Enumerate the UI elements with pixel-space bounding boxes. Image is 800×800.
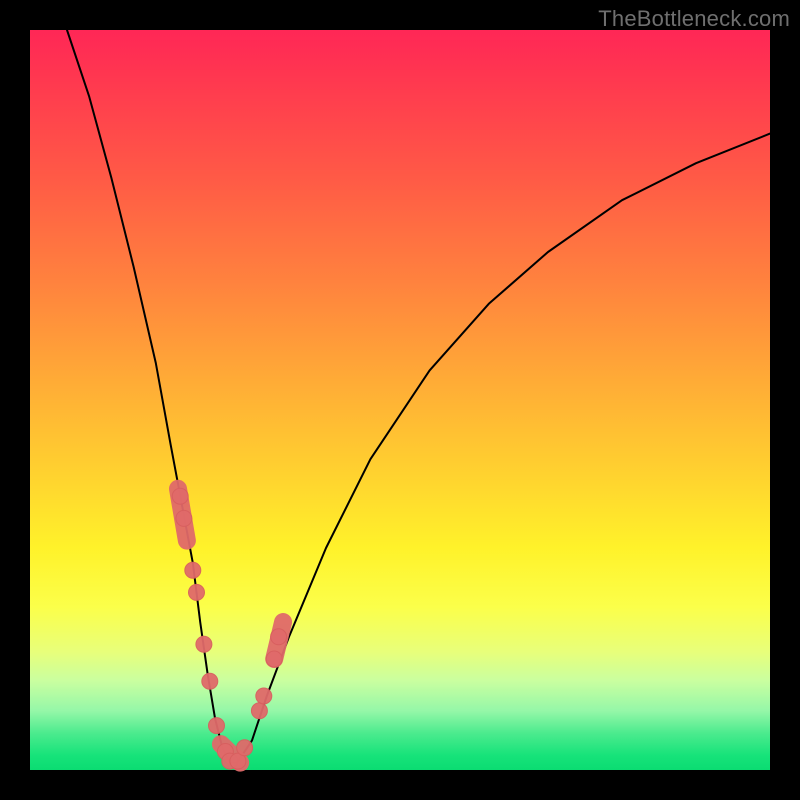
curve-layer <box>30 30 770 770</box>
bottleneck-curve <box>67 30 770 763</box>
chart-stage: TheBottleneck.com <box>0 0 800 800</box>
highlighted-ranges <box>178 489 283 763</box>
plot-area <box>30 30 770 770</box>
watermark-text: TheBottleneck.com <box>598 6 790 32</box>
